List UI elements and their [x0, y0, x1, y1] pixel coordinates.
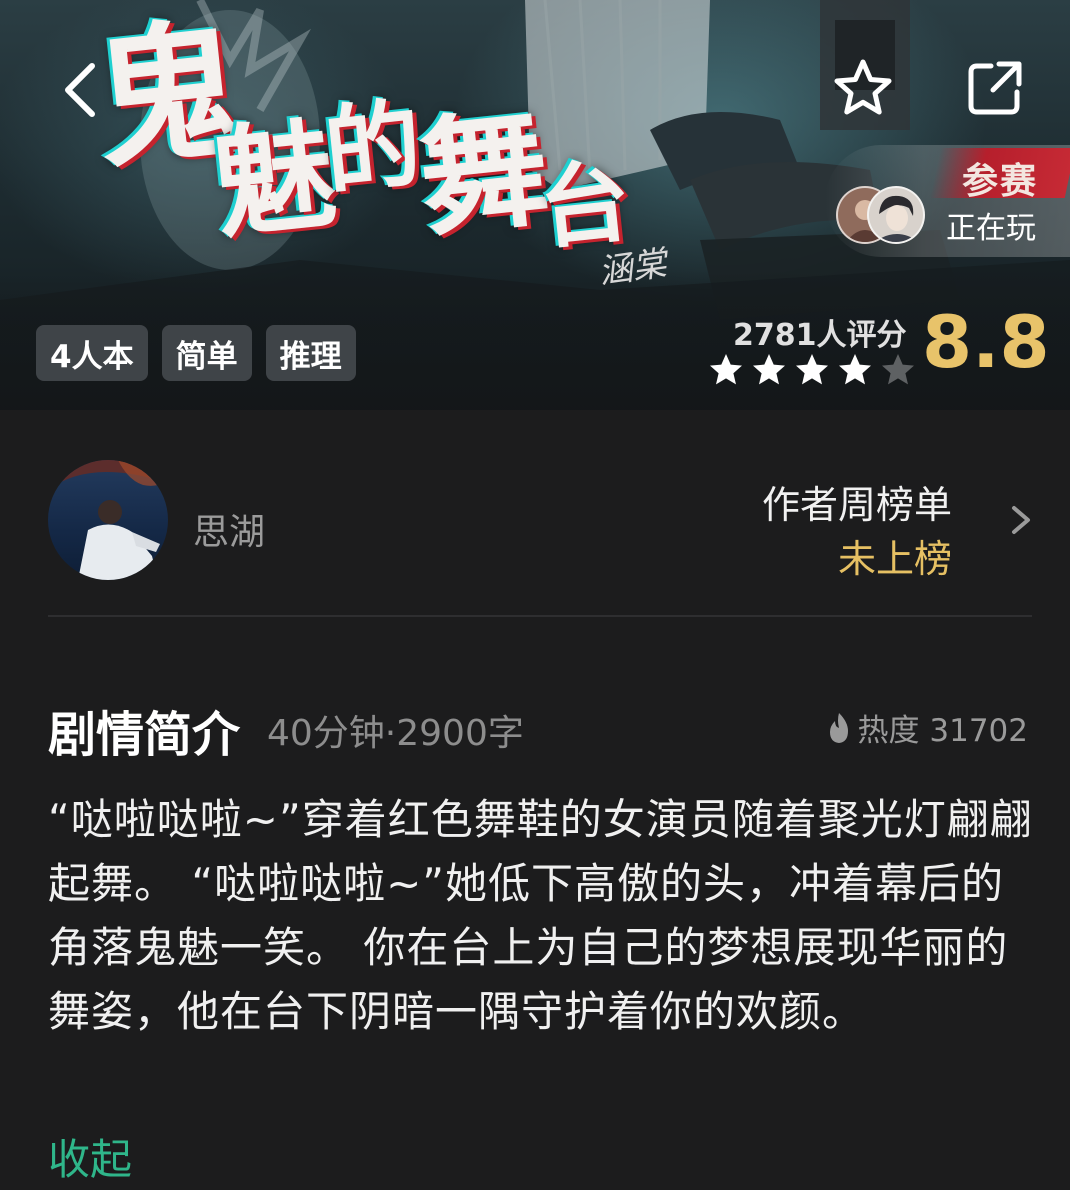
tag-list: 4人本 简单 推理	[36, 325, 356, 381]
author-rank-title[interactable]: 作者周榜单	[762, 474, 952, 529]
synopsis-meta: 40分钟·2900字	[267, 713, 524, 754]
author-name[interactable]: 思湖	[193, 503, 265, 555]
collapse-button[interactable]: 收起	[48, 1126, 132, 1187]
cover-signature: 涵棠	[596, 243, 669, 293]
star-icon	[753, 354, 785, 385]
heat-label: 热度 31702	[857, 713, 1028, 749]
cover-banner: 鬼 魅 的 舞 台 涵棠 参赛 正在玩 4人本 简单 推理 2781人评分 8.…	[0, 0, 1070, 410]
star-icon	[796, 354, 828, 385]
cover-title-char: 舞	[412, 92, 558, 256]
author-avatar[interactable]	[48, 460, 168, 580]
chevron-right-icon[interactable]	[1004, 500, 1036, 540]
star-icon	[882, 354, 914, 385]
star-icon	[839, 354, 871, 385]
share-button[interactable]	[962, 55, 1028, 121]
now-playing-label: 正在玩	[946, 211, 1036, 246]
rating-stars	[708, 352, 916, 388]
synopsis-title: 剧情简介	[48, 707, 241, 763]
cover-title-char: 台	[534, 147, 638, 263]
star-outline-icon	[834, 59, 892, 115]
back-button[interactable]	[50, 55, 110, 125]
tag-chip[interactable]: 4人本	[36, 325, 148, 381]
tag-chip[interactable]: 推理	[265, 325, 356, 381]
star-icon	[710, 354, 742, 385]
author-rank-status: 未上榜	[837, 537, 952, 581]
favorite-button[interactable]	[830, 55, 896, 121]
section-divider	[48, 615, 1032, 617]
rating-count: 2781人评分	[733, 318, 907, 353]
rating-score: 8.8	[922, 300, 1050, 384]
share-external-icon	[968, 61, 1022, 115]
cover-title-char: 的	[319, 86, 429, 209]
heat-indicator: 热度 31702	[826, 705, 1028, 750]
flame-icon	[829, 712, 848, 743]
contest-label: 参赛	[962, 160, 1039, 202]
back-chevron-icon	[65, 63, 95, 117]
player-avatar	[867, 186, 925, 244]
synopsis-text: “哒啦哒啦~”穿着红色舞鞋的女演员随着聚光灯翩翩起舞。 “哒啦哒啦~”她低下高傲…	[48, 795, 1033, 1036]
tag-chip[interactable]: 简单	[161, 325, 252, 381]
